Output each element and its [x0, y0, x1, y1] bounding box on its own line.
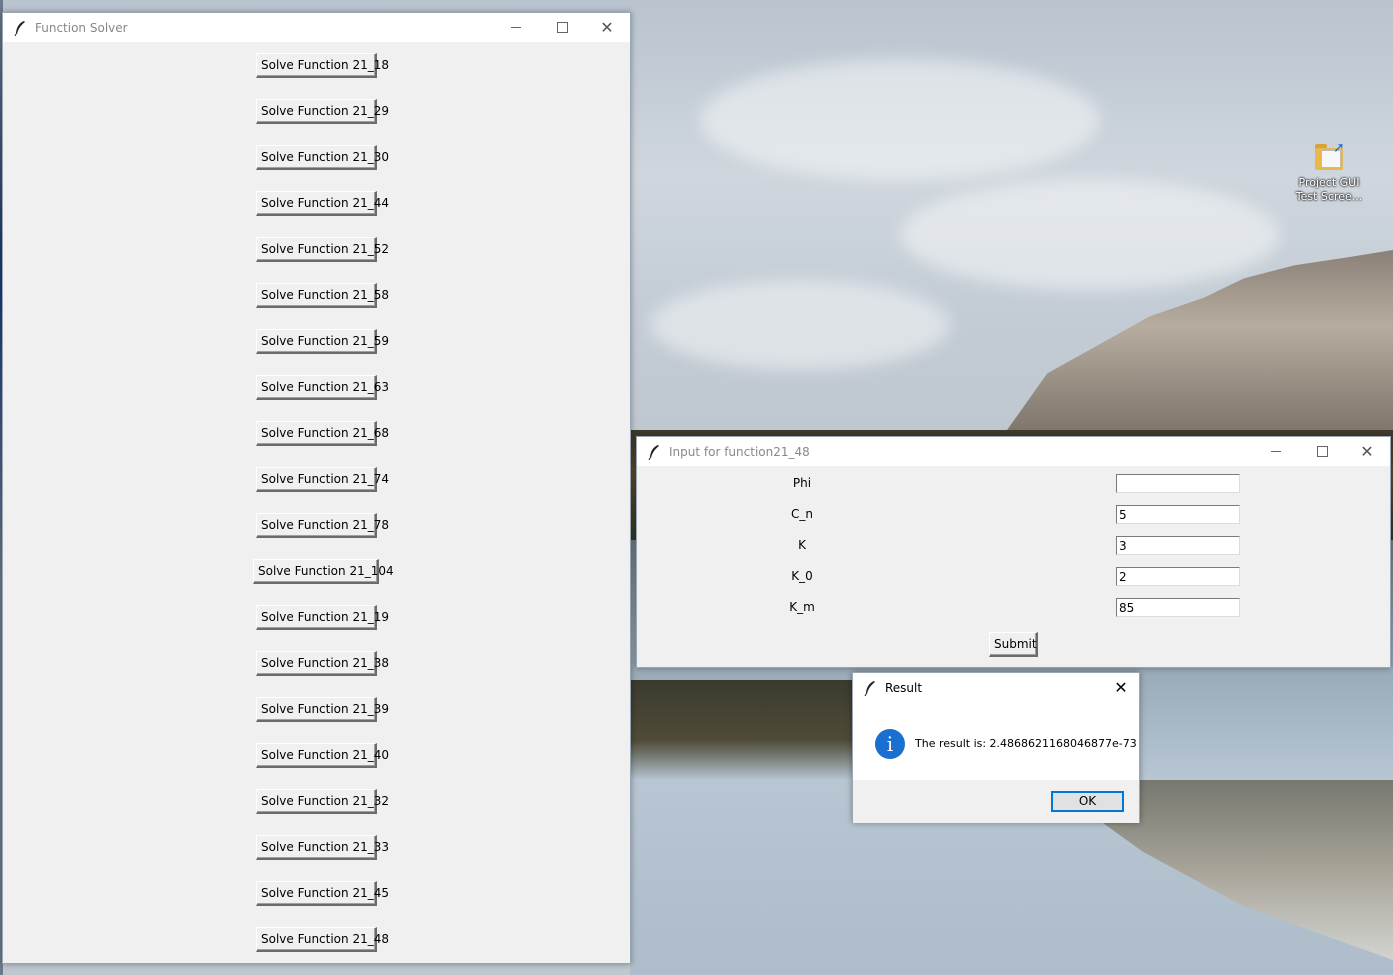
k-0-input[interactable] [1116, 567, 1240, 586]
solve-function-button[interactable]: Solve Function 21_58 [256, 283, 389, 308]
k-m-label: K_m [789, 600, 815, 614]
solve-function-button[interactable]: Solve Function 21_32 [256, 789, 389, 814]
close-icon: ✕ [1360, 441, 1374, 461]
info-icon: i [875, 729, 905, 759]
solve-function-button[interactable]: Solve Function 21_52 [256, 237, 389, 262]
k-input[interactable] [1116, 536, 1240, 555]
desktop-shortcut[interactable]: ➚ Project GUI Test Scree... [1290, 134, 1368, 204]
cloud [650, 280, 950, 370]
k-label: K [798, 538, 806, 552]
dialog-title: Result [885, 680, 923, 695]
cloud [900, 180, 1280, 290]
maximize-icon [1316, 446, 1328, 457]
solve-function-button[interactable]: Solve Function 21_19 [256, 605, 389, 630]
tk-feather-icon [14, 20, 25, 36]
phi-label: Phi [792, 476, 812, 490]
desktop-shortcut-label: Project GUI Test Scree... [1295, 176, 1363, 203]
close-button[interactable]: ✕ [1344, 437, 1390, 466]
solve-function-button[interactable]: Solve Function 21_45 [256, 881, 389, 906]
tk-feather-icon [864, 680, 875, 696]
title-bar[interactable]: Input for function21_48 ✕ [637, 437, 1390, 466]
dialog-footer: OK [853, 780, 1139, 823]
c-n-label: C_n [791, 507, 813, 521]
solve-function-button[interactable]: Solve Function 21_104 [253, 559, 394, 584]
submit-button[interactable]: Submit [989, 632, 1038, 657]
maximize-button[interactable] [539, 13, 585, 42]
solve-function-button[interactable]: Solve Function 21_30 [256, 145, 389, 170]
solve-function-button[interactable]: Solve Function 21_48 [256, 927, 389, 952]
window-title: Input for function21_48 [669, 444, 810, 459]
maximize-button[interactable] [1299, 437, 1345, 466]
solve-function-button[interactable]: Solve Function 21_18 [256, 53, 389, 78]
window-title: Function Solver [35, 20, 128, 35]
close-icon: ✕ [600, 17, 614, 37]
k-0-label: K_0 [791, 569, 813, 583]
solve-function-button[interactable]: Solve Function 21_40 [256, 743, 389, 768]
solve-function-button[interactable]: Solve Function 21_63 [256, 375, 389, 400]
solve-function-button[interactable]: Solve Function 21_33 [256, 835, 389, 860]
minimize-icon [1271, 451, 1281, 452]
minimize-icon [511, 27, 521, 28]
dialog-body: i The result is: 2.4868621168046877e-73 [853, 702, 1139, 780]
solve-function-button[interactable]: Solve Function 21_29 [256, 99, 389, 124]
ok-button[interactable]: OK [1051, 791, 1124, 812]
solve-function-button[interactable]: Solve Function 21_59 [256, 329, 389, 354]
solve-function-button[interactable]: Solve Function 21_39 [256, 697, 389, 722]
close-icon: ✕ [1114, 677, 1128, 697]
folder-icon: ➚ [1311, 138, 1347, 174]
title-bar[interactable]: Result ✕ [853, 673, 1139, 702]
k-m-input[interactable] [1116, 598, 1240, 617]
close-button[interactable]: ✕ [584, 13, 630, 42]
maximize-icon [556, 22, 568, 33]
solve-function-button[interactable]: Solve Function 21_38 [256, 651, 389, 676]
c-n-input[interactable] [1116, 505, 1240, 524]
solve-function-button[interactable]: Solve Function 21_78 [256, 513, 389, 538]
solve-function-button[interactable]: Solve Function 21_68 [256, 421, 389, 446]
result-dialog: Result ✕ i The result is: 2.486862116804… [852, 672, 1140, 823]
minimize-button[interactable] [1253, 437, 1299, 466]
title-bar[interactable]: Function Solver ✕ [3, 13, 630, 42]
solve-function-button[interactable]: Solve Function 21_74 [256, 467, 389, 492]
function-solver-window: Function Solver ✕ Solve Function 21_18 So… [2, 12, 631, 964]
tk-feather-icon [648, 444, 659, 460]
phi-input[interactable] [1116, 474, 1240, 493]
solve-function-button[interactable]: Solve Function 21_44 [256, 191, 389, 216]
close-button[interactable]: ✕ [1102, 673, 1140, 702]
cloud [700, 60, 1100, 180]
result-message: The result is: 2.4868621168046877e-73 [915, 737, 1137, 750]
input-window: Input for function21_48 ✕ Phi C_n K K_0 … [636, 436, 1391, 668]
minimize-button[interactable] [493, 13, 539, 42]
